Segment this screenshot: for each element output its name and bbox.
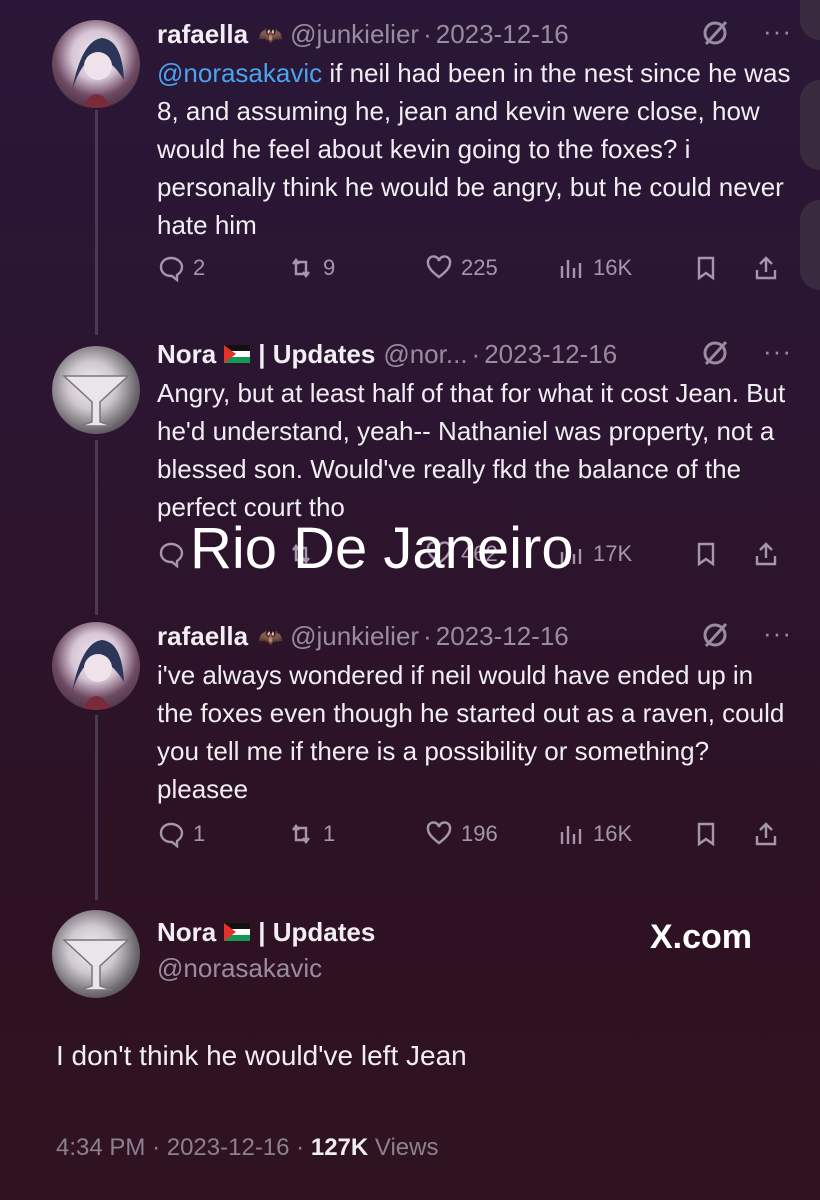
palestine-flag-icon	[224, 923, 251, 941]
avatar[interactable]	[52, 910, 140, 998]
reply-button[interactable]: 2	[157, 254, 205, 282]
separator-dot: ·	[423, 18, 432, 49]
author-handle[interactable]: @nor...	[383, 339, 467, 370]
reply-count: 2	[193, 255, 206, 280]
grok-icon[interactable]	[700, 620, 730, 650]
share-button[interactable]	[752, 254, 788, 282]
bat-emoji-icon: 🦇	[258, 25, 283, 47]
views-icon	[560, 826, 582, 844]
author-name-suffix: | Updates	[258, 916, 376, 947]
view-count: 17K	[593, 541, 633, 566]
author-handle[interactable]: @junkielier	[290, 621, 419, 652]
grok-icon[interactable]	[700, 338, 730, 368]
views-icon	[560, 260, 582, 278]
repost-count: 9	[323, 255, 336, 280]
views-count: 127K	[310, 1134, 369, 1161]
tweet-date[interactable]: 2023-12-16	[484, 339, 617, 370]
views-button[interactable]: 16K	[557, 254, 632, 282]
site-watermark: X.com	[650, 918, 753, 956]
bookmark-icon	[697, 256, 715, 281]
separator-dot: ·	[423, 620, 432, 651]
share-button[interactable]	[752, 540, 788, 568]
more-icon[interactable]: ···	[763, 336, 792, 367]
tweet-date[interactable]: 2023-12-16	[436, 621, 569, 652]
like-icon	[426, 821, 452, 845]
views-button[interactable]: 16K	[557, 820, 632, 848]
author-name[interactable]: Nora	[157, 339, 216, 370]
reply-count: 1	[193, 821, 206, 846]
tweet-date[interactable]: 2023-12-16	[167, 1134, 290, 1161]
author-name[interactable]: rafaella	[157, 621, 248, 652]
bookmark-button[interactable]	[692, 820, 728, 848]
author-name[interactable]: Nora	[157, 917, 216, 948]
palestine-flag-icon	[224, 345, 251, 363]
bat-emoji-icon: 🦇	[258, 627, 283, 649]
bookmark-button[interactable]	[692, 540, 728, 568]
share-icon	[755, 256, 777, 280]
tweet[interactable]: rafaella 🦇 @junkielier · 2023-12-16 ··· …	[0, 16, 820, 316]
bookmark-icon	[697, 542, 715, 567]
share-button[interactable]	[752, 820, 788, 848]
grok-icon[interactable]	[700, 18, 730, 48]
reply-icon	[159, 822, 184, 848]
tweet-body: i've always wondered if neil would have …	[157, 660, 785, 804]
repost-button[interactable]: 1	[287, 820, 335, 848]
separator-dot: ·	[152, 1134, 167, 1161]
author-name[interactable]: rafaella	[157, 19, 248, 50]
like-button[interactable]: 196	[425, 820, 498, 848]
author-handle[interactable]: @norasakavic	[157, 953, 322, 984]
tweet-time[interactable]: 4:34 PM	[56, 1134, 145, 1161]
tweet-meta: 4:34 PM · 2023-12-16 · 127K Views	[56, 1134, 438, 1162]
more-icon[interactable]: ···	[763, 618, 792, 649]
repost-button[interactable]: 9	[287, 254, 335, 282]
watermark-text: Rio De Janeiro	[190, 516, 574, 581]
avatar[interactable]	[52, 622, 140, 710]
like-count: 225	[461, 255, 498, 280]
bookmark-icon	[697, 822, 715, 847]
tweet-body: Angry, but at least half of that for wha…	[157, 378, 786, 522]
tweet-text: @norasakavic if neil had been in the nes…	[157, 54, 792, 244]
bookmark-button[interactable]	[692, 254, 728, 282]
like-count: 196	[461, 821, 498, 846]
reply-button[interactable]	[157, 540, 193, 568]
reply-icon	[159, 256, 184, 282]
share-icon	[755, 542, 777, 566]
more-icon[interactable]: ···	[763, 16, 792, 47]
main-tweet-text: I don't think he would've left Jean	[56, 1040, 467, 1071]
reply-button[interactable]: 1	[157, 820, 205, 848]
like-icon	[426, 255, 452, 279]
author-name-suffix: | Updates	[258, 338, 376, 369]
author-handle[interactable]: @junkielier	[290, 19, 419, 50]
repost-icon	[292, 258, 310, 278]
reply-icon	[159, 542, 184, 568]
tweet-date[interactable]: 2023-12-16	[436, 19, 569, 50]
views-label: Views	[374, 1134, 439, 1161]
view-count: 16K	[593, 821, 633, 846]
mention-link[interactable]: @norasakavic	[157, 58, 322, 88]
view-count: 16K	[593, 255, 633, 280]
repost-count: 1	[323, 821, 336, 846]
avatar[interactable]	[52, 346, 140, 434]
avatar[interactable]	[52, 20, 140, 108]
like-button[interactable]: 225	[425, 254, 498, 282]
separator-dot: ·	[471, 338, 481, 369]
tweet[interactable]: rafaella 🦇 @junkielier · 2023-12-16 ··· …	[0, 618, 820, 878]
repost-icon	[292, 824, 310, 844]
share-icon	[755, 822, 777, 846]
separator-dot: ·	[296, 1134, 311, 1161]
